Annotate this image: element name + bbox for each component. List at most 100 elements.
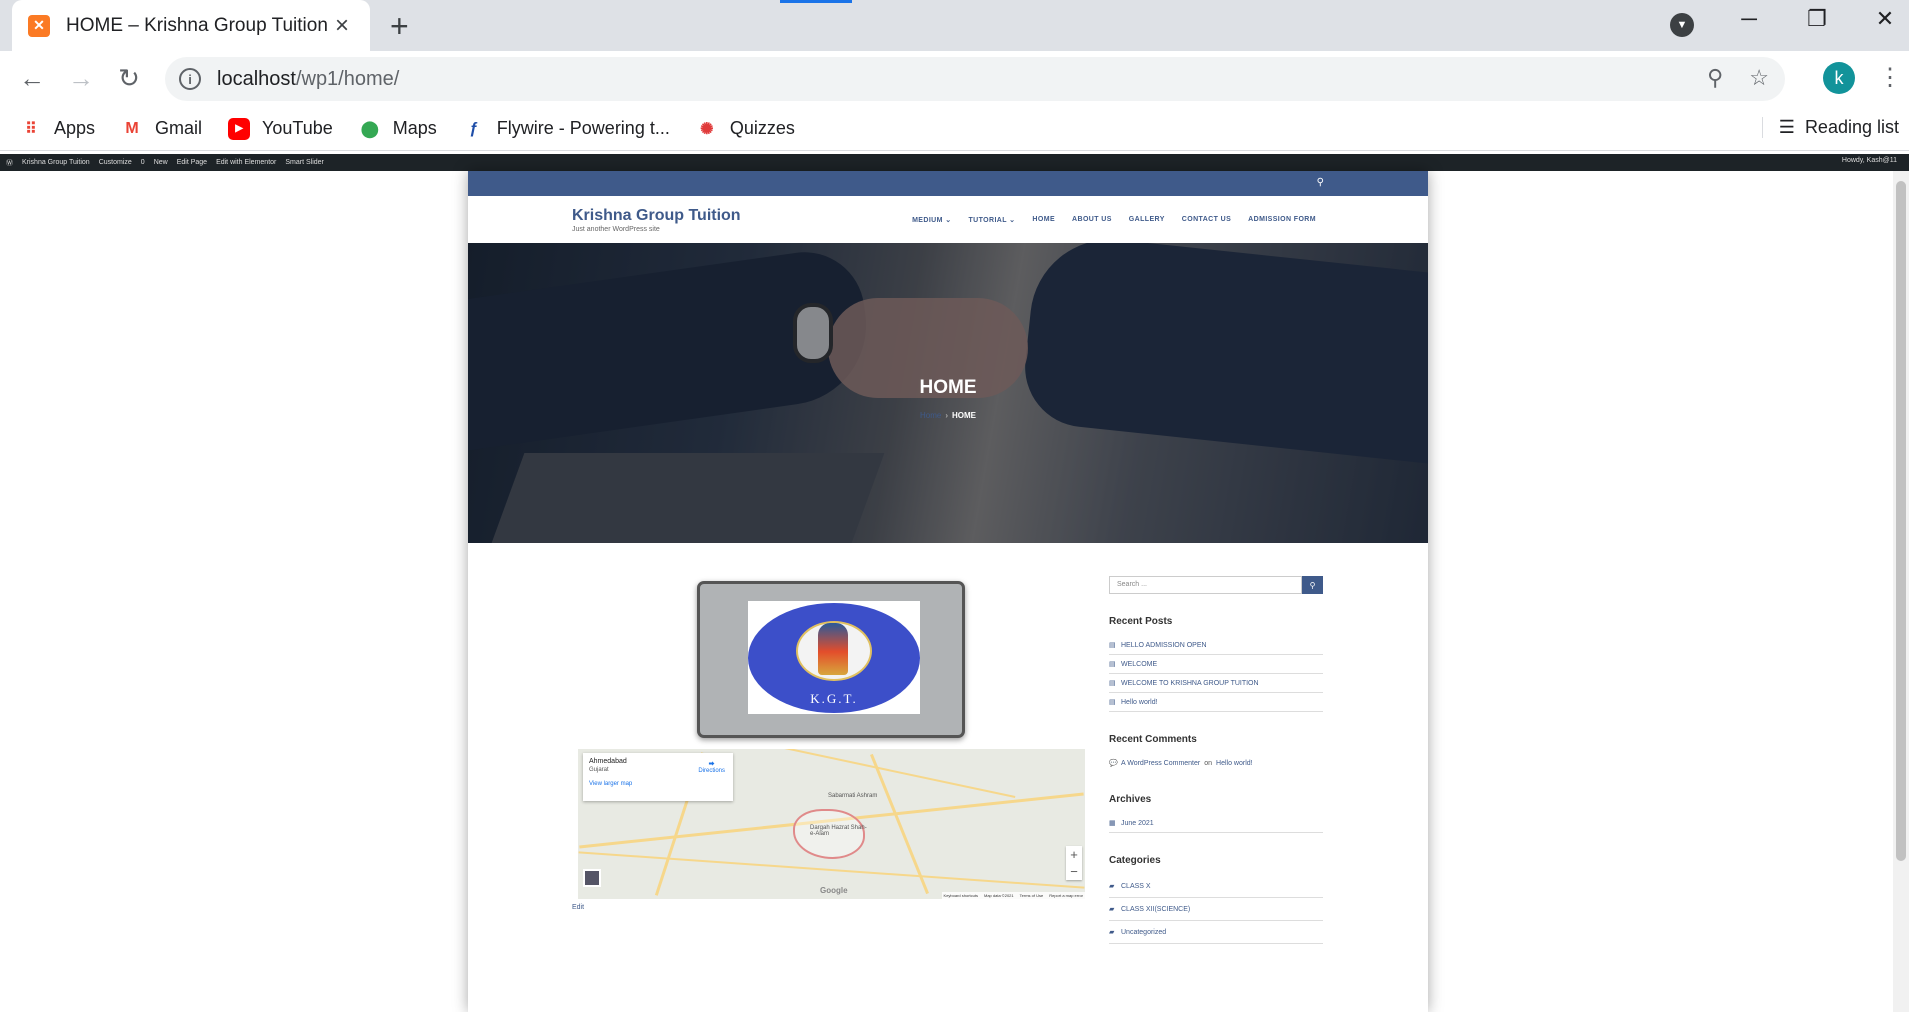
quizzes-icon: ✺ <box>700 120 714 138</box>
wp-smart-slider-link[interactable]: Smart Slider <box>285 159 324 166</box>
wp-comments-link[interactable]: 0 <box>141 159 145 166</box>
wp-elementor-link[interactable]: Edit with Elementor <box>216 159 276 166</box>
view-larger-map-link[interactable]: View larger map <box>589 781 727 787</box>
list-item[interactable]: ▰ Uncategorized <box>1109 921 1323 944</box>
minimize-icon[interactable]: ─ <box>1725 6 1773 32</box>
wp-customize-link[interactable]: Customize <box>99 159 132 166</box>
header-search-icon[interactable]: ⚲ <box>1317 177 1324 188</box>
document-icon: ▤ <box>1109 642 1116 649</box>
krishna-figure-icon <box>818 623 848 675</box>
recent-comments-list: 💬 A WordPress Commenter on Hello world! <box>1109 754 1323 772</box>
list-item[interactable]: ▤ Hello world! <box>1109 693 1323 712</box>
site-info-icon[interactable]: i <box>179 68 201 90</box>
bookmark-flywire[interactable]: ƒ Flywire - Powering t... <box>463 118 670 140</box>
list-item[interactable]: ▤ HELLO ADMISSION OPEN <box>1109 636 1323 655</box>
comment-author-link[interactable]: A WordPress Commenter <box>1121 760 1200 767</box>
address-bar[interactable]: i localhost/wp1/home/ ⚲ ☆ <box>165 57 1785 101</box>
page-title: HOME <box>919 377 977 398</box>
site-tagline: Just another WordPress site <box>572 225 660 233</box>
reading-list-button[interactable]: ☰ Reading list <box>1761 117 1899 138</box>
wp-new-link[interactable]: New <box>154 159 168 166</box>
zoom-out-icon[interactable]: − <box>1070 864 1078 879</box>
scrollbar-thumb[interactable] <box>1896 181 1906 861</box>
bookmark-apps[interactable]: ⠿ Apps <box>20 118 95 140</box>
kgt-logo-card: K.G.T. <box>697 581 965 738</box>
map-footer: Keyboard shortcuts Map data ©2021 Terms … <box>941 892 1085 899</box>
list-item[interactable]: ▰ CLASS X <box>1109 875 1323 898</box>
window-close-icon[interactable]: ✕ <box>1861 6 1909 32</box>
browser-toolbar: ← → ↻ i localhost/wp1/home/ ⚲ ☆ k ⋮ <box>0 51 1909 107</box>
page-scrollbar[interactable] <box>1893 171 1909 1012</box>
hero-banner: HOME Home › HOME <box>468 243 1428 543</box>
sidebar-search: Search ... ⚲ <box>1109 576 1323 594</box>
profile-avatar[interactable]: k <box>1823 62 1855 94</box>
close-tab-icon[interactable]: × <box>330 12 354 40</box>
map-zoom-control: + − <box>1066 846 1082 880</box>
bookmark-quizzes[interactable]: ✺ Quizzes <box>696 118 795 140</box>
menu-item-tutorial[interactable]: TUTORIAL ⌄ <box>968 216 1015 224</box>
list-item[interactable]: ▰ CLASS XII(SCIENCE) <box>1109 898 1323 921</box>
wp-howdy[interactable]: Howdy, Kash@11 <box>1842 157 1897 164</box>
edit-link[interactable]: Edit <box>572 904 584 911</box>
apps-grid-icon: ⠿ <box>25 120 37 138</box>
zoom-in-icon[interactable]: + <box>1070 847 1078 862</box>
chrome-menu-icon[interactable]: ⋮ <box>1878 63 1902 92</box>
directions-button[interactable]: ⮕ Directions <box>698 759 725 774</box>
site-container: ⚲ Krishna Group Tuition Just another Wor… <box>468 171 1428 1012</box>
xampp-favicon-icon: ✕ <box>28 14 50 37</box>
list-item[interactable]: ▤ WELCOME TO KRISHNA GROUP TUITION <box>1109 674 1323 693</box>
tab-title: HOME – Krishna Group Tuition <box>66 14 328 36</box>
menu-item-contact[interactable]: CONTACT US <box>1182 216 1231 224</box>
categories-list: ▰ CLASS X ▰ CLASS XII(SCIENCE) ▰ Uncategori… <box>1109 875 1323 944</box>
wp-edit-page-link[interactable]: Edit Page <box>177 159 207 166</box>
calendar-icon: ▦ <box>1109 820 1116 827</box>
bookmark-gmail[interactable]: M Gmail <box>121 118 202 140</box>
logo-text: K.G.T. <box>810 691 858 706</box>
search-icon: ⚲ <box>1309 580 1316 590</box>
categories-title: Categories <box>1109 855 1161 866</box>
wordpress-logo-icon[interactable]: Ⓦ <box>6 158 13 168</box>
search-input[interactable]: Search ... <box>1109 576 1302 594</box>
folder-icon: ▰ <box>1109 883 1115 890</box>
menu-item-gallery[interactable]: GALLERY <box>1129 216 1165 224</box>
bookmark-maps[interactable]: ⬤ Maps <box>359 118 437 140</box>
restore-icon[interactable]: ❐ <box>1793 6 1841 32</box>
page-viewport: ⚲ Krishna Group Tuition Just another Wor… <box>0 171 1909 1012</box>
browser-tab[interactable]: ✕ HOME – Krishna Group Tuition × <box>12 0 370 51</box>
archives-title: Archives <box>1109 794 1152 805</box>
forward-arrow-icon[interactable]: → <box>65 63 97 94</box>
comment-post-link[interactable]: Hello world! <box>1216 760 1253 767</box>
list-item[interactable]: ▤ WELCOME <box>1109 655 1323 674</box>
list-item[interactable]: ▦ June 2021 <box>1109 814 1323 833</box>
search-button[interactable]: ⚲ <box>1302 576 1323 594</box>
site-header: Krishna Group Tuition Just another WordP… <box>468 196 1428 243</box>
breadcrumb-home-link[interactable]: Home <box>920 411 941 420</box>
tab-loading-indicator <box>780 0 852 3</box>
bookmark-star-icon[interactable]: ☆ <box>1749 65 1769 91</box>
gmail-icon: M <box>125 119 139 137</box>
recent-posts-title: Recent Posts <box>1109 616 1173 627</box>
kgt-logo-image: K.G.T. <box>748 601 920 714</box>
google-map-embed[interactable]: Sabarmati Ashram Dargah Hazrat Shah-e-Al… <box>578 749 1085 899</box>
menu-item-home[interactable]: HOME <box>1032 216 1055 224</box>
satellite-toggle[interactable] <box>583 869 601 887</box>
tab-search-icon[interactable]: ▼ <box>1670 13 1694 37</box>
recent-posts-list: ▤ HELLO ADMISSION OPEN ▤ WELCOME ▤ WELCOME … <box>1109 636 1323 712</box>
sidebar: Search ... ⚲ Recent Posts ▤ HELLO ADMISSI… <box>1109 576 1323 944</box>
reload-icon[interactable]: ↻ <box>113 63 145 94</box>
maps-pin-icon: ⬤ <box>360 120 379 138</box>
zoom-icon[interactable]: ⚲ <box>1707 65 1723 91</box>
new-tab-icon[interactable]: + <box>390 8 409 45</box>
wp-site-link[interactable]: Krishna Group Tuition <box>22 159 90 166</box>
comment-icon: 💬 <box>1109 760 1118 767</box>
document-icon: ▤ <box>1109 661 1116 668</box>
youtube-icon: ▶ <box>228 117 251 140</box>
recent-comments-title: Recent Comments <box>1109 734 1197 745</box>
menu-item-admission[interactable]: ADMISSION FORM <box>1248 216 1316 224</box>
menu-item-about[interactable]: ABOUT US <box>1072 216 1112 224</box>
site-title[interactable]: Krishna Group Tuition <box>572 207 741 225</box>
google-logo: Google <box>820 886 848 895</box>
back-arrow-icon[interactable]: ← <box>16 63 48 94</box>
menu-item-medium[interactable]: MEDIUM ⌄ <box>912 216 951 224</box>
bookmark-youtube[interactable]: ▶ YouTube <box>228 117 333 140</box>
